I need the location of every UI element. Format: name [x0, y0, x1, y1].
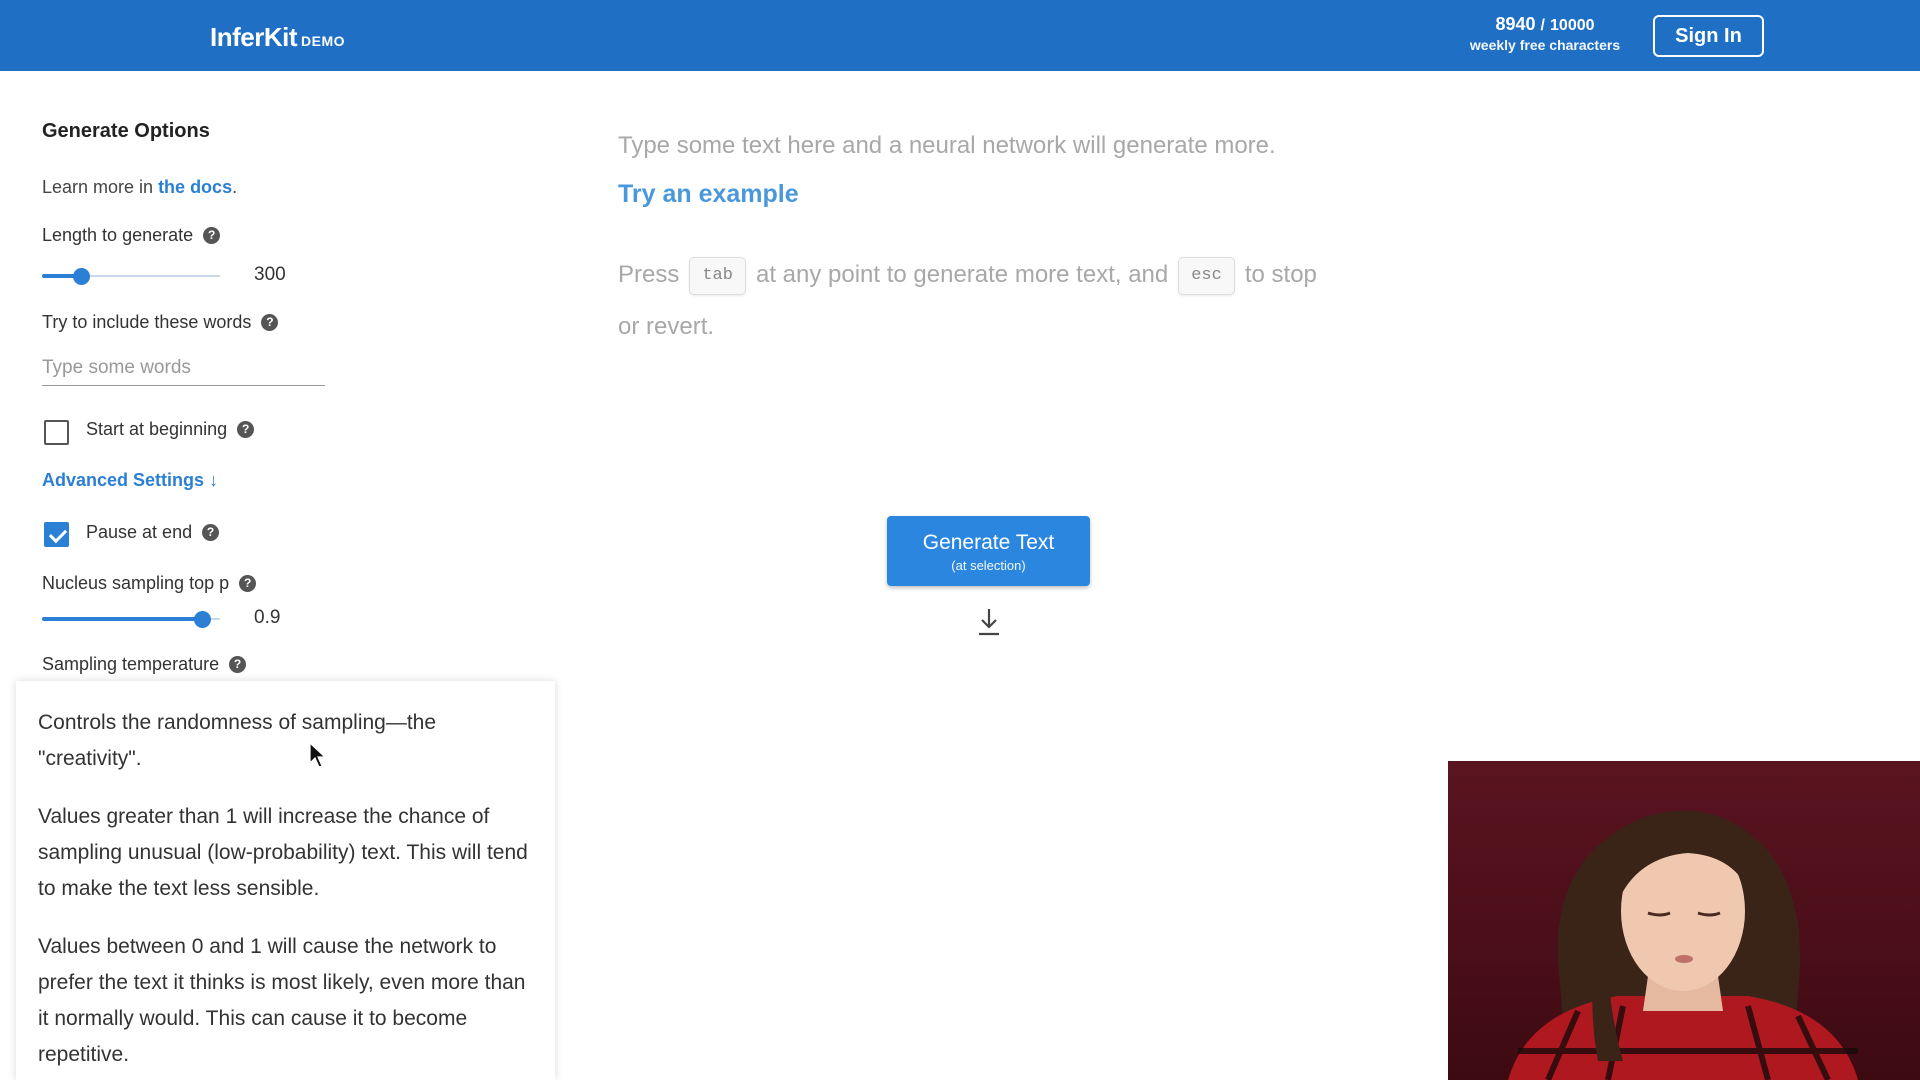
text-editor[interactable]: Type some text here and a neural network…	[618, 132, 1338, 353]
sign-in-button[interactable]: Sign In	[1653, 15, 1764, 57]
start-at-beginning-label: Start at beginning ?	[86, 419, 255, 440]
top-bar: InferKit DEMO 8940 / 10000 weekly free ch…	[0, 0, 1920, 71]
mouse-cursor-icon	[309, 741, 327, 768]
keyboard-hint: Press tab at any point to generate more te…	[618, 249, 1338, 353]
advanced-settings-toggle[interactable]: Advanced Settings ↓	[42, 470, 218, 491]
generate-label: Generate Text	[922, 530, 1055, 554]
include-words-input[interactable]	[42, 350, 325, 386]
generate-sublabel: (at selection)	[951, 557, 1026, 573]
slider-thumb[interactable]	[73, 268, 91, 285]
slider-thumb[interactable]	[194, 611, 212, 628]
temperature-tooltip: Controls the randomness of sampling—the …	[16, 681, 555, 1080]
presenter-video	[1508, 810, 1858, 1080]
brand-name: InferKit	[210, 22, 298, 52]
brand-tag: DEMO	[301, 33, 345, 49]
arrow-down-icon: ↓	[209, 470, 219, 490]
learn-more-text: Learn more in the docs.	[42, 177, 238, 197]
length-slider[interactable]	[42, 266, 220, 286]
include-words-label: Try to include these words ?	[42, 312, 279, 333]
download-icon[interactable]	[976, 607, 1002, 637]
tooltip-paragraph: Controls the randomness of sampling—the …	[38, 711, 437, 770]
docs-link[interactable]: the docs	[158, 177, 232, 197]
help-icon[interactable]: ?	[239, 575, 257, 592]
help-icon[interactable]: ?	[261, 314, 279, 331]
nucleus-value: 0.9	[254, 607, 281, 628]
temperature-label: Sampling temperature ?	[42, 654, 247, 675]
nucleus-slider[interactable]	[42, 609, 220, 629]
character-quota: 8940 / 10000 weekly free characters	[1460, 14, 1630, 53]
help-icon[interactable]: ?	[237, 421, 255, 438]
brand-logo[interactable]: InferKit DEMO	[210, 22, 345, 53]
generate-text-button[interactable]: Generate Text (at selection)	[887, 516, 1090, 586]
pause-at-end-label: Pause at end ?	[86, 522, 220, 543]
pause-at-end-checkbox[interactable]	[44, 522, 69, 547]
quota-label: weekly free characters	[1469, 37, 1621, 53]
esc-key: esc	[1178, 256, 1235, 295]
webcam-overlay	[1448, 761, 1920, 1080]
quota-used: 8940	[1495, 14, 1536, 34]
quota-separator: /	[1540, 17, 1545, 34]
tab-key: tab	[689, 256, 746, 295]
editor-placeholder[interactable]: Type some text here and a neural network…	[618, 132, 1338, 160]
help-icon[interactable]: ?	[202, 524, 220, 541]
tooltip-paragraph: Values between 0 and 1 will cause the ne…	[38, 935, 526, 1066]
length-label: Length to generate ?	[42, 225, 221, 246]
try-example-link[interactable]: Try an example	[618, 180, 1338, 209]
quota-max: 10000	[1550, 17, 1595, 34]
help-icon[interactable]: ?	[203, 227, 221, 244]
tooltip-paragraph: Values greater than 1 will increase the …	[38, 805, 528, 900]
help-icon[interactable]: ?	[229, 656, 247, 673]
start-at-beginning-checkbox[interactable]	[44, 420, 69, 445]
slider-fill	[42, 617, 203, 621]
options-title: Generate Options	[42, 120, 210, 142]
nucleus-label: Nucleus sampling top p ?	[42, 573, 257, 594]
length-value: 300	[254, 264, 286, 285]
